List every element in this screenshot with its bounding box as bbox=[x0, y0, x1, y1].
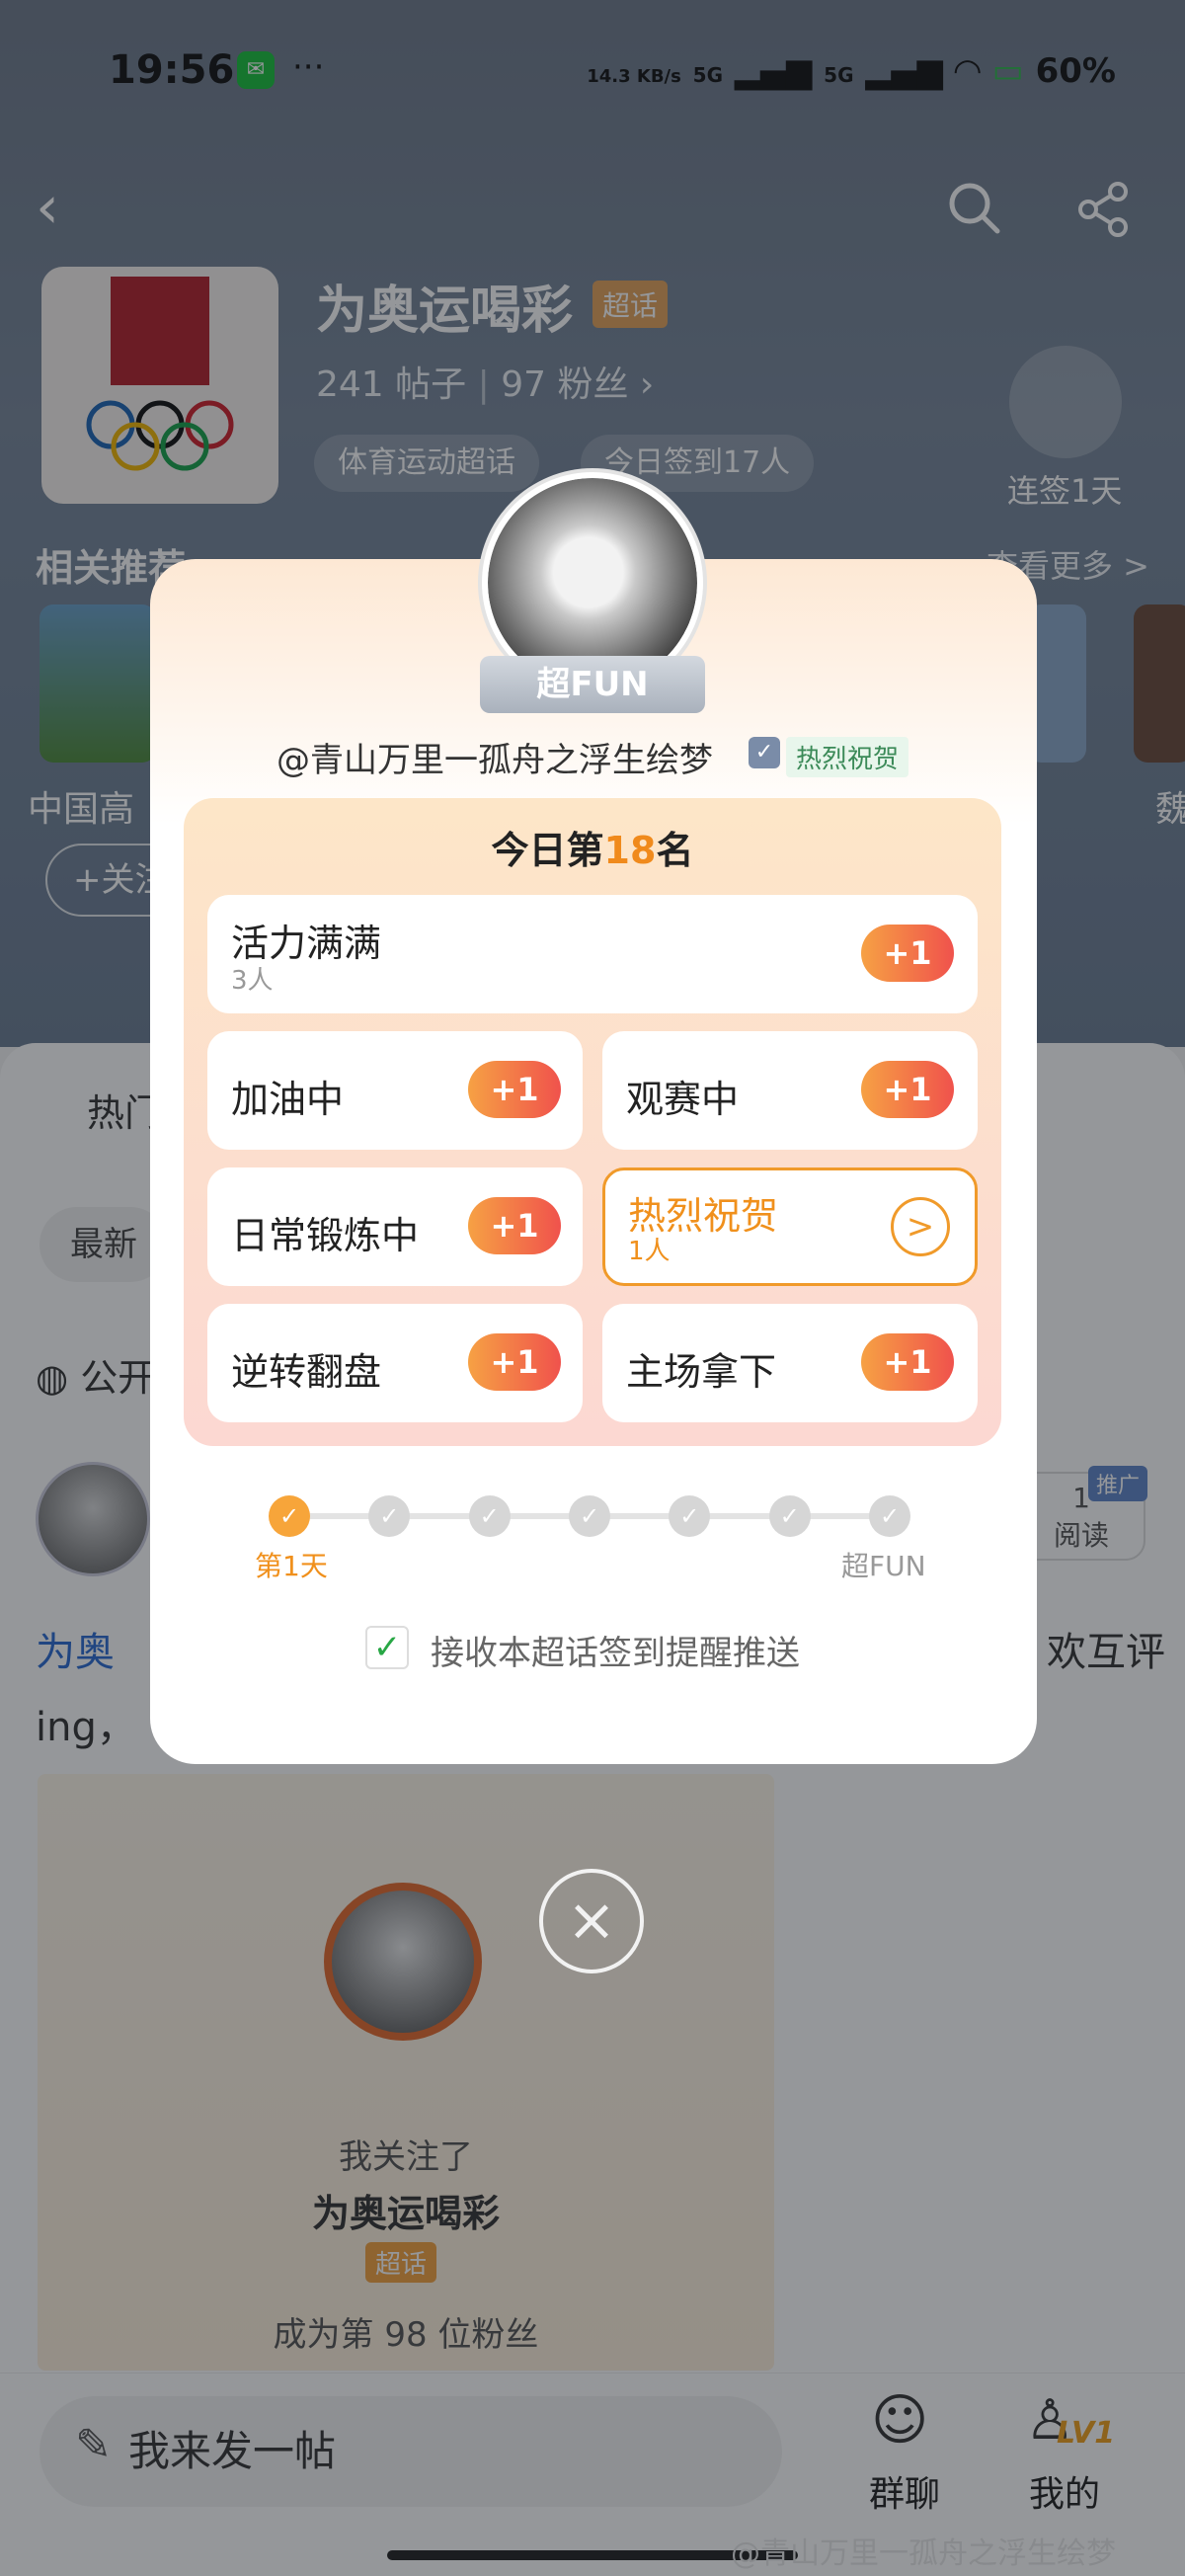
calendar-check-icon: ✓ bbox=[749, 737, 780, 768]
progress-start-label: 第1天 bbox=[255, 1550, 328, 1582]
close-icon[interactable]: × bbox=[539, 1869, 644, 1973]
chevron-right-icon[interactable]: > bbox=[891, 1197, 950, 1256]
progress-day-dot: ✓ bbox=[468, 1495, 511, 1537]
remind-checkbox[interactable]: ✓ bbox=[365, 1626, 409, 1669]
rank-prefix: 今日第 bbox=[491, 829, 604, 872]
mood-sub-0: 3人 bbox=[231, 966, 274, 996]
rank-text: 今日第18名 bbox=[184, 820, 1001, 874]
plus-one-button[interactable]: +1 bbox=[861, 1333, 954, 1391]
fan-level-ribbon: 超FUN bbox=[480, 656, 705, 713]
mood-title-3: 日常锻炼中 bbox=[231, 1214, 420, 1257]
plus-one-button[interactable]: +1 bbox=[468, 1197, 561, 1254]
progress-day-dot: ✓ bbox=[768, 1495, 811, 1537]
mood-title-0: 活力满满 bbox=[231, 922, 382, 965]
plus-one-button[interactable]: +1 bbox=[861, 1061, 954, 1118]
progress-end-label: 超FUN bbox=[841, 1550, 926, 1582]
progress-day-dot: ✓ bbox=[269, 1495, 310, 1537]
mood-title-6: 主场拿下 bbox=[626, 1350, 777, 1394]
mood-title-5: 逆转翻盘 bbox=[231, 1350, 382, 1394]
plus-one-button[interactable]: +1 bbox=[468, 1333, 561, 1391]
mood-title-2: 观赛中 bbox=[626, 1078, 740, 1121]
progress-day-dot: ✓ bbox=[569, 1495, 610, 1537]
mood-sub-4: 1人 bbox=[628, 1237, 671, 1266]
status-tag: 热烈祝贺 bbox=[786, 737, 909, 777]
plus-one-button[interactable]: +1 bbox=[468, 1061, 561, 1118]
rank-suffix: 名 bbox=[656, 829, 694, 872]
rank-number: 18 bbox=[603, 829, 657, 872]
plus-one-button[interactable]: +1 bbox=[861, 925, 954, 982]
progress-day-dot: ✓ bbox=[869, 1495, 910, 1537]
mood-title-1: 加油中 bbox=[231, 1078, 345, 1121]
remind-text[interactable]: 接收本超话签到提醒推送 bbox=[431, 1626, 800, 1674]
username: @青山万里一孤舟之浮生绘梦 bbox=[276, 741, 713, 780]
